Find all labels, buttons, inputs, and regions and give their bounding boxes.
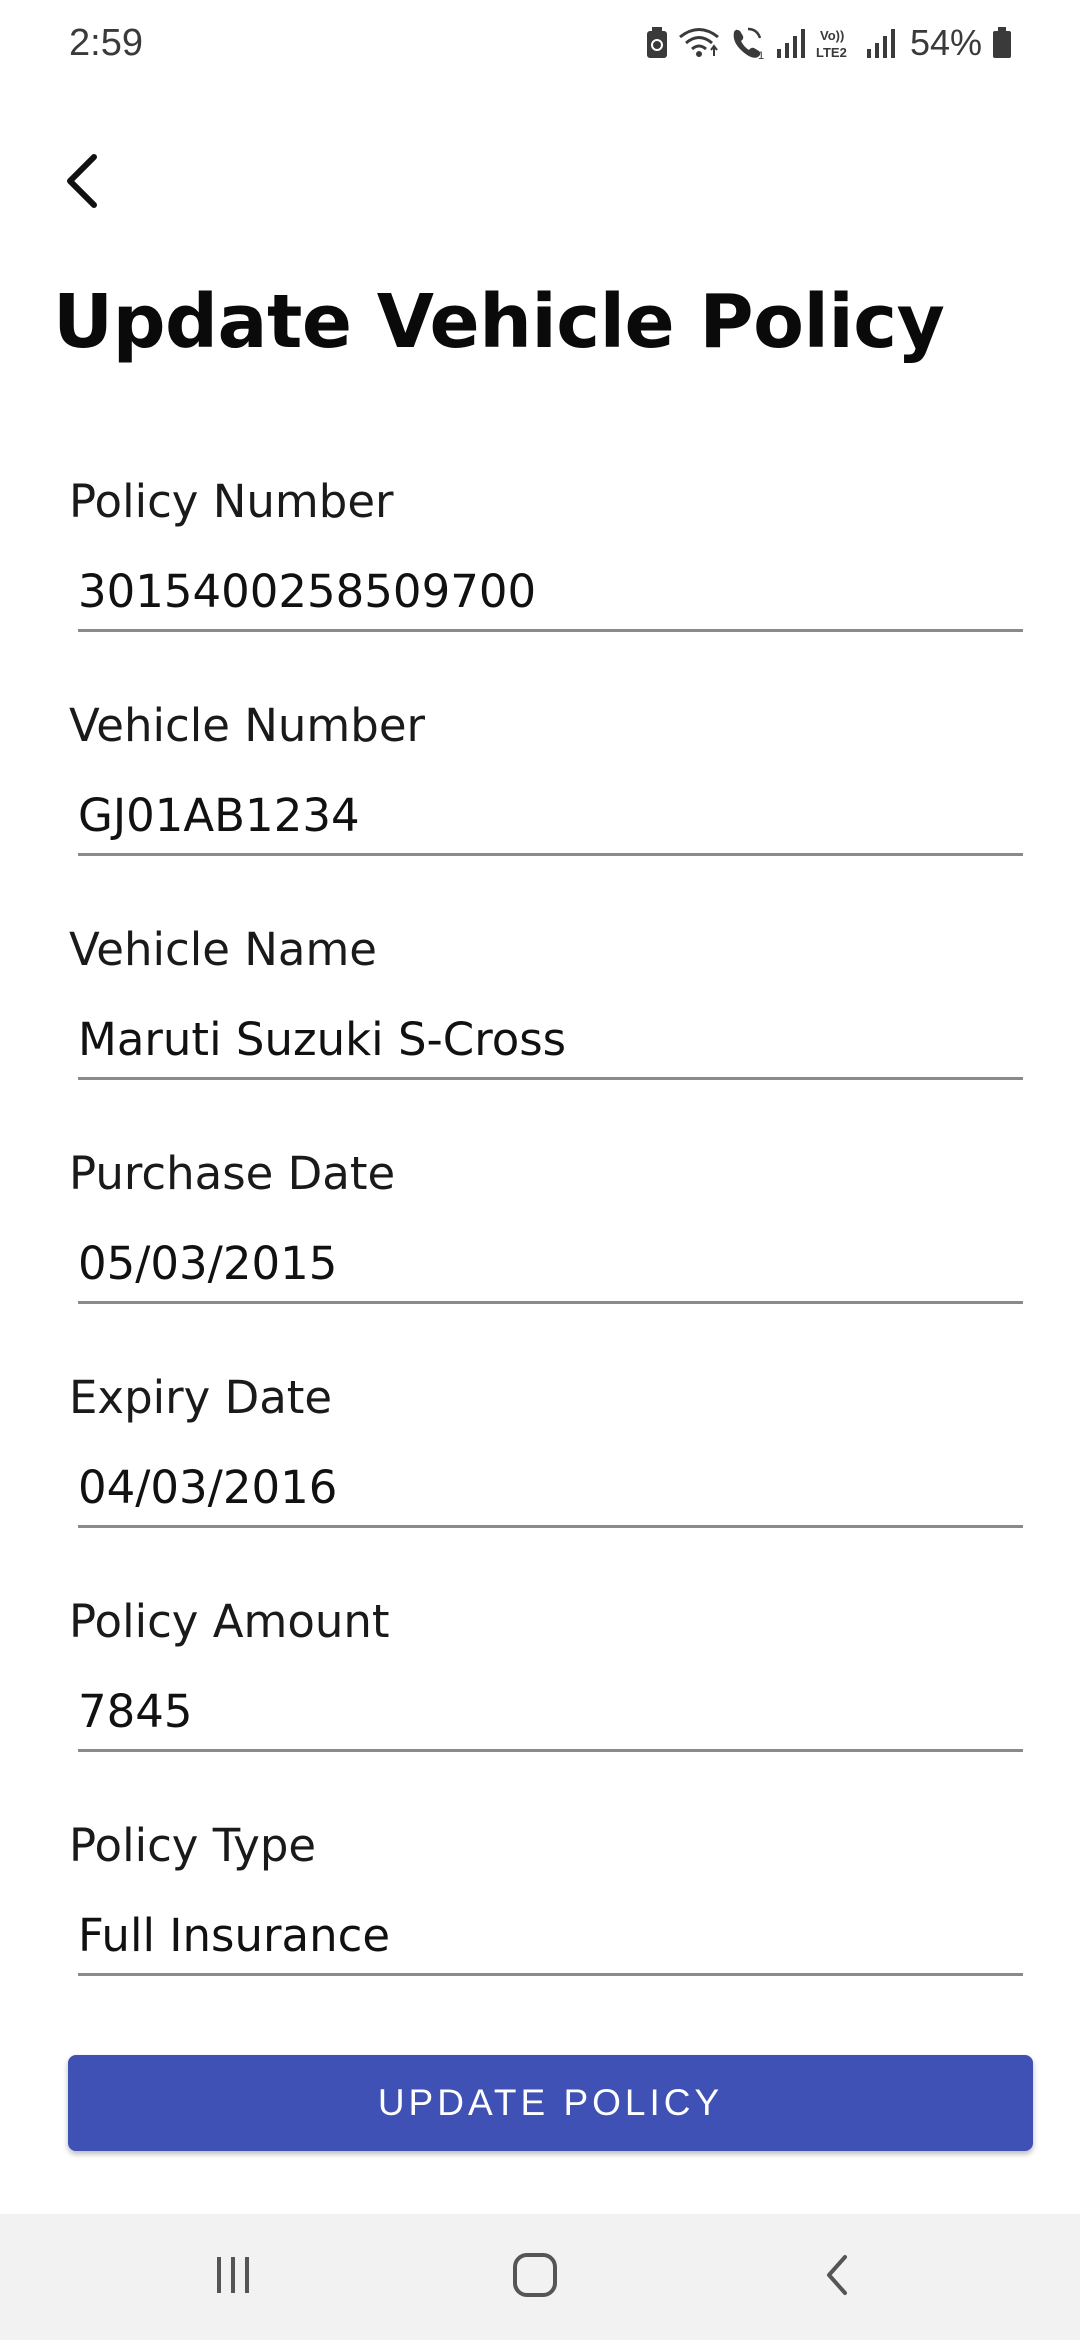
nav-back-button[interactable] [777,2214,897,2340]
signal-icon [776,27,806,59]
volte-lte2-icon: Vo)) LTE2 [816,26,856,60]
vehicle-name-input[interactable] [78,1002,1023,1080]
svg-text:LTE2: LTE2 [816,45,847,60]
expiry-date-input[interactable] [78,1450,1023,1528]
recent-apps-icon [211,2253,255,2302]
signal-icon [866,27,896,59]
chevron-left-icon [62,151,102,216]
vehicle-name-field: Vehicle Name [69,920,1023,1090]
policy-amount-input[interactable] [78,1674,1023,1752]
home-icon [511,2251,559,2304]
purchase-date-input[interactable] [78,1226,1023,1304]
vehicle-name-label: Vehicle Name [69,923,377,976]
battery-percentage: 54% [909,22,982,63]
battery-saver-icon [646,27,668,59]
expiry-date-field: Expiry Date [69,1368,1023,1538]
svg-text:1: 1 [758,50,764,60]
status-icons: 1 Vo)) LTE2 54% [646,18,1012,68]
svg-text:Vo)): Vo)) [820,28,844,43]
navigation-bar [0,2214,1080,2340]
back-button[interactable] [50,143,114,223]
battery-icon [992,27,1012,59]
update-policy-button[interactable]: UPDATE POLICY [68,2055,1033,2151]
vehicle-number-input[interactable] [78,778,1023,856]
policy-number-label: Policy Number [69,475,394,528]
vehicle-number-field: Vehicle Number [69,696,1023,866]
status-time: 2:59 [69,22,143,64]
vehicle-number-label: Vehicle Number [69,699,426,752]
home-button[interactable] [475,2214,595,2340]
page-title: Update Vehicle Policy [53,279,945,365]
purchase-date-label: Purchase Date [69,1147,396,1200]
policy-type-label: Policy Type [69,1819,317,1872]
expiry-date-label: Expiry Date [69,1371,333,1424]
policy-number-input[interactable] [78,554,1023,632]
wifi-icon [678,26,720,60]
policy-type-field: Policy Type [69,1816,1023,1986]
policy-amount-field: Policy Amount [69,1592,1023,1762]
policy-amount-label: Policy Amount [69,1595,390,1648]
purchase-date-field: Purchase Date [69,1144,1023,1314]
back-icon [819,2251,855,2304]
wifi-calling-icon: 1 [730,26,766,60]
recent-apps-button[interactable] [173,2214,293,2340]
policy-type-input[interactable] [78,1898,1023,1976]
policy-number-field: Policy Number [69,472,1023,642]
status-bar: 2:59 1 Vo)) LTE2 54% [0,0,1080,86]
